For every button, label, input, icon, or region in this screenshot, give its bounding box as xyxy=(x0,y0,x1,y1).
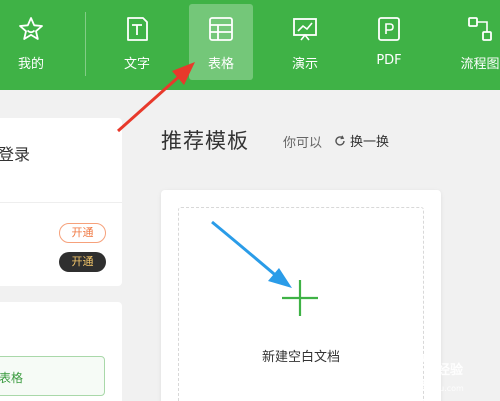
flowchart-icon xyxy=(468,17,492,41)
tab-flowchart-label: 流程图 xyxy=(460,57,500,72)
top-toolbar: 我的 文字 表格 演示 PDF 流程图 xyxy=(0,0,500,90)
tab-presentation[interactable]: 演示 xyxy=(274,0,336,90)
refresh-button[interactable]: 换一换 xyxy=(334,131,389,150)
new-spreadsheet-button[interactable]: 表格 xyxy=(0,356,105,396)
tab-presentation-label: 演示 xyxy=(291,57,318,72)
watermark-text: 经验 xyxy=(437,363,464,378)
quick-create-card: 表格 xyxy=(0,302,122,401)
new-spreadsheet-label: 表格 xyxy=(0,371,24,385)
pdf-icon xyxy=(378,17,400,41)
watermark-url: jingyan.baidu.com xyxy=(390,384,464,393)
tab-pdf-label: PDF xyxy=(376,53,402,68)
tab-spreadsheet[interactable]: 表格 xyxy=(189,0,253,90)
document-icon xyxy=(127,17,148,41)
tab-writer-label: 文字 xyxy=(123,57,150,72)
table-icon xyxy=(209,17,233,41)
tab-writer[interactable]: 文字 xyxy=(106,0,168,90)
refresh-label: 换一换 xyxy=(350,135,390,150)
page-title: 推荐模板 xyxy=(161,129,249,153)
plus-icon xyxy=(282,280,318,316)
star-icon xyxy=(19,17,43,40)
tab-spreadsheet-label: 表格 xyxy=(207,57,234,72)
login-link[interactable]: 登录 xyxy=(0,141,30,165)
tab-mine-label: 我的 xyxy=(17,57,44,72)
open-membership-button[interactable]: 开通 xyxy=(59,223,106,243)
recommend-hint: 你可以 xyxy=(283,136,323,151)
tab-mine[interactable]: 我的 xyxy=(0,0,62,90)
card-divider xyxy=(0,202,122,203)
toolbar-divider xyxy=(85,12,86,76)
open-super-membership-button[interactable]: 开通 xyxy=(59,252,106,272)
refresh-icon xyxy=(335,135,345,146)
tab-flowchart[interactable]: 流程图 xyxy=(449,0,500,90)
presentation-icon xyxy=(293,18,317,41)
tab-pdf[interactable]: PDF xyxy=(358,0,420,90)
